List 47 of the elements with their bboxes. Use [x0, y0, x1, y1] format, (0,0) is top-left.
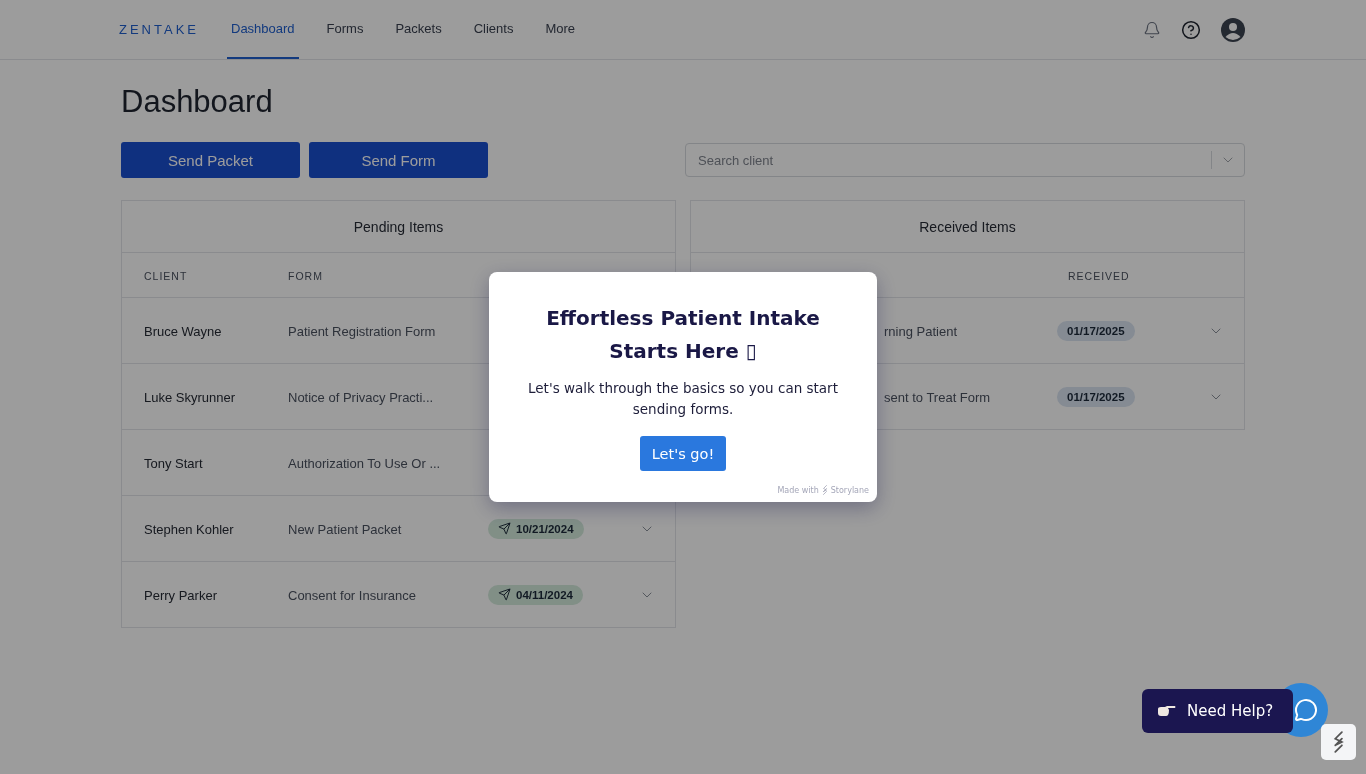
- column-header: CLIENT: [144, 270, 188, 282]
- column-header: FORM: [288, 270, 323, 282]
- nav-tab[interactable]: More: [541, 0, 580, 59]
- brand-badge-button[interactable]: [1321, 724, 1356, 760]
- brand-name[interactable]: Storylane: [830, 485, 869, 495]
- client-name: Luke Skyrunner: [144, 389, 236, 405]
- form-name: Notice of Privacy Practi...: [288, 389, 434, 405]
- nav-tab[interactable]: Forms: [322, 0, 368, 59]
- date-badge: 04/11/2024: [488, 584, 583, 605]
- client-name: Bruce Wayne: [144, 323, 222, 339]
- need-help-tooltip[interactable]: Need Help?: [1142, 689, 1293, 733]
- brand-logo-icon: [1331, 731, 1346, 753]
- form-name: rning Patient: [884, 323, 957, 339]
- send-button[interactable]: Send Form: [309, 142, 488, 178]
- send-button[interactable]: Send Packet: [121, 142, 300, 178]
- nav-tab[interactable]: Clients: [469, 0, 518, 59]
- search-field[interactable]: Search client: [685, 143, 1245, 177]
- panel-title: Received Items: [691, 201, 1244, 253]
- form-name: Patient Registration Form: [288, 323, 436, 339]
- send-icon: [498, 588, 511, 601]
- notification-bell-icon[interactable]: [1143, 20, 1161, 39]
- form-name: New Patient Packet: [288, 521, 402, 537]
- logo[interactable]: ZENTAKE: [119, 22, 199, 37]
- nav-tab[interactable]: Packets: [391, 0, 446, 59]
- client-name: Tony Start: [144, 455, 203, 471]
- lets-go-button[interactable]: Let's go!: [639, 436, 727, 471]
- dialog-title: Effortless Patient Intake Starts Here ▯: [545, 305, 821, 365]
- client-name: Perry Parker: [144, 587, 217, 603]
- made-with-label: Made with: [777, 485, 819, 495]
- chat-icon: [1294, 698, 1318, 722]
- form-name: sent to Treat Form: [884, 389, 991, 405]
- form-name: Consent for Insurance: [288, 587, 416, 603]
- date-badge: 10/21/2024: [488, 518, 584, 539]
- panel-title: Pending Items: [122, 201, 675, 253]
- brand-logo-icon: [821, 485, 828, 495]
- client-name: Stephen Kohler: [144, 521, 234, 537]
- form-name: Authorization To Use Or ...: [288, 455, 441, 471]
- date-badge: 01/17/2025: [1057, 320, 1135, 341]
- search-input[interactable]: Search client: [696, 151, 1203, 169]
- column-header: RECEIVED: [1068, 270, 1130, 282]
- date-badge: 01/17/2025: [1057, 386, 1135, 407]
- page-title: Dashboard: [121, 84, 274, 120]
- help-icon[interactable]: [1181, 19, 1201, 40]
- user-avatar-icon[interactable]: [1221, 17, 1245, 42]
- send-icon: [498, 522, 511, 535]
- dialog-text: Let's walk through the basics so you can start sending forms.: [527, 379, 839, 419]
- nav-tab[interactable]: Dashboard: [227, 0, 299, 59]
